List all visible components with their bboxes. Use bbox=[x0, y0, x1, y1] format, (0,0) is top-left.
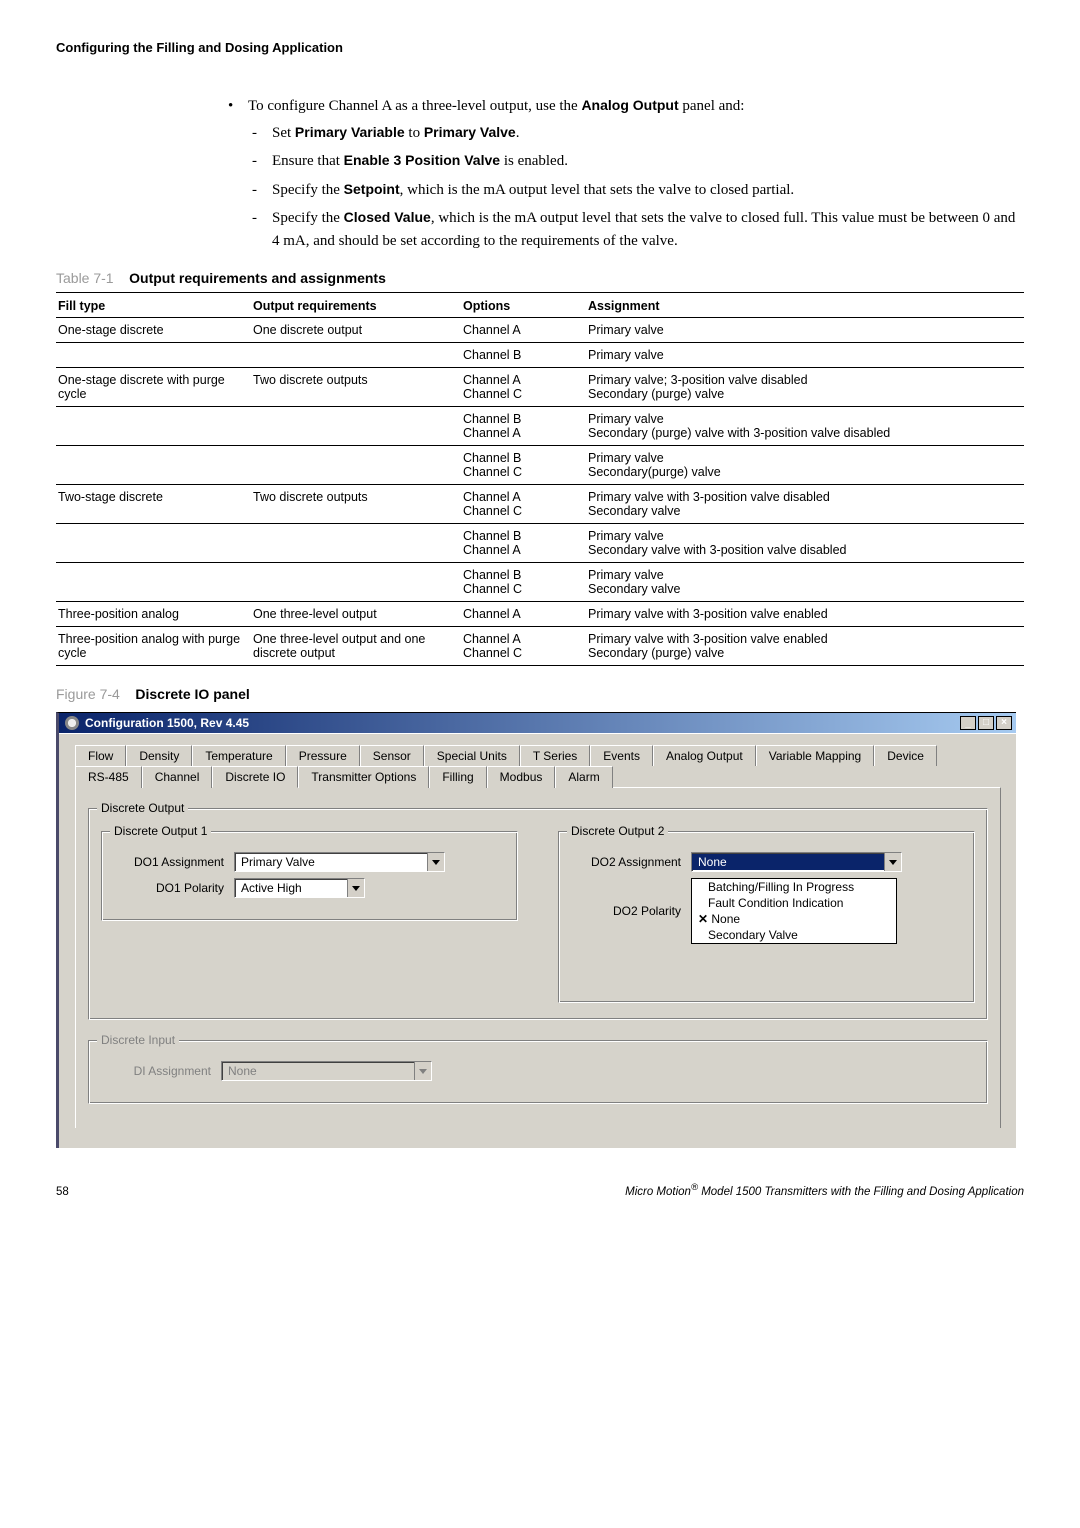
do1-polarity-value: Active High bbox=[235, 880, 347, 896]
th-options: Options bbox=[461, 293, 586, 318]
tab-discrete-io[interactable]: Discrete IO bbox=[212, 766, 298, 788]
th-output-req: Output requirements bbox=[251, 293, 461, 318]
th-assignment: Assignment bbox=[586, 293, 1024, 318]
figure-caption: Figure 7-4 Discrete IO panel bbox=[56, 686, 1024, 702]
do2-dropdown-list[interactable]: Batching/Filling In Progress Fault Condi… bbox=[691, 878, 897, 944]
chevron-down-icon bbox=[414, 1062, 431, 1080]
table-row: Channel BChannel APrimary valveSecondary… bbox=[56, 407, 1024, 446]
di-assignment-value: None bbox=[222, 1063, 414, 1079]
tab-modbus[interactable]: Modbus bbox=[487, 766, 556, 788]
tab-alarm[interactable]: Alarm bbox=[555, 766, 612, 788]
footer-product: Micro Motion® Model 1500 Transmitters wi… bbox=[625, 1182, 1024, 1198]
legend-discrete-input: Discrete Input bbox=[97, 1033, 179, 1047]
table-row: One-stage discreteOne discrete outputCha… bbox=[56, 318, 1024, 343]
intro-lead-tail: panel and: bbox=[679, 98, 745, 114]
table-caption-title: Output requirements and assignments bbox=[129, 270, 386, 286]
do2-assignment-value: None bbox=[692, 854, 884, 870]
tab-special-units[interactable]: Special Units bbox=[424, 745, 520, 766]
figure-caption-title: Discrete IO panel bbox=[135, 686, 249, 702]
tab-sensor[interactable]: Sensor bbox=[360, 745, 424, 766]
tab-temperature[interactable]: Temperature bbox=[192, 745, 285, 766]
footer-product-post: Model 1500 Transmitters with the Filling… bbox=[698, 1186, 1024, 1198]
window-titlebar[interactable]: Configuration 1500, Rev 4.45 _ □ × bbox=[59, 713, 1016, 733]
dropdown-option[interactable]: Secondary Valve bbox=[692, 927, 896, 943]
intro-lead: To configure Channel A as a three-level … bbox=[248, 98, 581, 114]
do1-assignment-value: Primary Valve bbox=[235, 854, 427, 870]
tab-flow[interactable]: Flow bbox=[75, 745, 126, 766]
table-caption-label: Table 7-1 bbox=[56, 270, 114, 286]
body-text: To configure Channel A as a three-level … bbox=[224, 95, 1024, 252]
do1-polarity-label: DO1 Polarity bbox=[114, 881, 224, 895]
gear-icon bbox=[65, 716, 79, 730]
intro-sub-item: Set Primary Variable to Primary Valve. bbox=[248, 122, 1024, 145]
chevron-down-icon[interactable] bbox=[884, 853, 901, 871]
do2-assignment-label: DO2 Assignment bbox=[571, 855, 681, 869]
tab-rs-485[interactable]: RS-485 bbox=[75, 766, 142, 788]
group-discrete-output-1: Discrete Output 1 DO1 Assignment Primary… bbox=[101, 831, 518, 921]
window-title: Configuration 1500, Rev 4.45 bbox=[85, 716, 249, 730]
group-discrete-input: Discrete Input DI Assignment None bbox=[88, 1040, 988, 1104]
tab-analog-output[interactable]: Analog Output bbox=[653, 745, 756, 766]
tab-density[interactable]: Density bbox=[126, 745, 192, 766]
tab-transmitter-options[interactable]: Transmitter Options bbox=[298, 766, 429, 788]
table-caption: Table 7-1 Output requirements and assign… bbox=[56, 270, 1024, 286]
table-row: One-stage discrete with purge cycleTwo d… bbox=[56, 368, 1024, 407]
table-row: Three-position analog with purge cycleOn… bbox=[56, 627, 1024, 666]
table-row: Channel BChannel CPrimary valveSecondary… bbox=[56, 563, 1024, 602]
th-fill-type: Fill type bbox=[56, 293, 251, 318]
legend-discrete-output: Discrete Output bbox=[97, 801, 188, 815]
footer-product-pre: Micro Motion bbox=[625, 1186, 691, 1198]
section-heading: Configuring the Filling and Dosing Appli… bbox=[56, 40, 1024, 55]
config-window: Configuration 1500, Rev 4.45 _ □ × FlowD… bbox=[56, 712, 1016, 1148]
table-row: Three-position analogOne three-level out… bbox=[56, 602, 1024, 627]
registered-icon: ® bbox=[691, 1182, 698, 1193]
intro-sub-item: Specify the Closed Value, which is the m… bbox=[248, 207, 1024, 252]
table-row: Two-stage discreteTwo discrete outputsCh… bbox=[56, 485, 1024, 524]
do1-assignment-combo[interactable]: Primary Valve bbox=[234, 852, 445, 872]
do2-polarity-label: DO2 Polarity bbox=[571, 904, 681, 918]
do1-polarity-combo[interactable]: Active High bbox=[234, 878, 365, 898]
legend-discrete-output-2: Discrete Output 2 bbox=[567, 824, 668, 838]
minimize-button[interactable]: _ bbox=[960, 716, 976, 730]
intro-sub-item: Ensure that Enable 3 Position Valve is e… bbox=[248, 150, 1024, 173]
page-number: 58 bbox=[56, 1186, 69, 1198]
di-assignment-combo: None bbox=[221, 1061, 432, 1081]
tab-panel-discrete-io: Discrete Output Discrete Output 1 DO1 As… bbox=[75, 787, 1001, 1128]
requirements-table: Fill type Output requirements Options As… bbox=[56, 292, 1024, 666]
tab-events[interactable]: Events bbox=[590, 745, 653, 766]
intro-sub-item: Specify the Setpoint, which is the mA ou… bbox=[248, 179, 1024, 202]
tab-t-series[interactable]: T Series bbox=[520, 745, 590, 766]
dropdown-option[interactable]: ✕ None bbox=[692, 911, 896, 927]
dropdown-option[interactable]: Batching/Filling In Progress bbox=[692, 879, 896, 895]
tab-filling[interactable]: Filling bbox=[429, 766, 486, 788]
table-row: Channel BPrimary valve bbox=[56, 343, 1024, 368]
di-assignment-label: DI Assignment bbox=[101, 1064, 211, 1078]
tab-device[interactable]: Device bbox=[874, 745, 937, 766]
table-row: Channel BChannel APrimary valveSecondary… bbox=[56, 524, 1024, 563]
dropdown-option[interactable]: Fault Condition Indication bbox=[692, 895, 896, 911]
tab-pressure[interactable]: Pressure bbox=[286, 745, 360, 766]
maximize-button[interactable]: □ bbox=[978, 716, 994, 730]
table-row: Channel BChannel CPrimary valveSecondary… bbox=[56, 446, 1024, 485]
legend-discrete-output-1: Discrete Output 1 bbox=[110, 824, 211, 838]
chevron-down-icon[interactable] bbox=[347, 879, 364, 897]
intro-lead-bold: Analog Output bbox=[581, 97, 678, 113]
group-discrete-output: Discrete Output Discrete Output 1 DO1 As… bbox=[88, 808, 988, 1020]
chevron-down-icon[interactable] bbox=[427, 853, 444, 871]
do2-assignment-combo[interactable]: None bbox=[691, 852, 902, 872]
figure-caption-label: Figure 7-4 bbox=[56, 686, 120, 702]
do1-assignment-label: DO1 Assignment bbox=[114, 855, 224, 869]
tab-variable-mapping[interactable]: Variable Mapping bbox=[756, 745, 875, 766]
tab-channel[interactable]: Channel bbox=[142, 766, 213, 788]
close-button[interactable]: × bbox=[996, 716, 1012, 730]
group-discrete-output-2: Discrete Output 2 DO2 Assignment None bbox=[558, 831, 975, 1003]
